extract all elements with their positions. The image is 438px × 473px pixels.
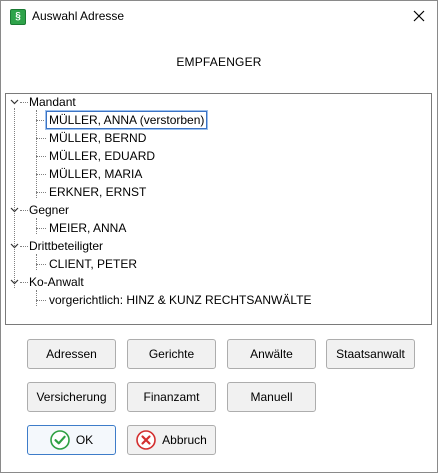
dialog-window: § Auswahl Adresse EMPFAENGER Mandant MÜL… (0, 0, 438, 473)
cancel-icon (136, 430, 156, 450)
tree-group-label: Mandant (29, 95, 76, 109)
app-logo-icon: § (10, 9, 26, 25)
close-icon (413, 10, 425, 22)
ok-button-label: OK (75, 433, 94, 447)
tree-item-label: MÜLLER, BERND (49, 131, 147, 145)
anwaelte-button[interactable]: Anwälte (227, 339, 316, 369)
tree-item-label: vorgerichtlich: HINZ & KUNZ RECHTSANWÄLT… (49, 293, 312, 307)
gerichte-button[interactable]: Gerichte (127, 339, 216, 369)
window-title: Auswahl Adresse (32, 9, 125, 23)
tree-branch-line (36, 218, 37, 234)
tree-group-label: Drittbeteiligter (29, 239, 104, 253)
tree-item-label: CLIENT, PETER (49, 257, 138, 271)
adressen-button[interactable]: Adressen (27, 339, 116, 369)
versicherung-button[interactable]: Versicherung (27, 382, 116, 412)
chevron-down-icon[interactable] (10, 94, 19, 110)
recipient-heading: EMPFAENGER (176, 55, 262, 69)
tree-item-label: MÜLLER, MARIA (49, 167, 143, 181)
tree-group-label: Gegner (29, 203, 70, 217)
manuell-button[interactable]: Manuell (227, 382, 316, 412)
tree-branch-line (36, 290, 37, 306)
tree-branch-line (36, 110, 37, 198)
chevron-down-icon[interactable] (10, 238, 19, 254)
tree-item-label: ERKNER, ERNST (49, 185, 147, 199)
abbruch-button[interactable]: Abbruch (127, 425, 216, 455)
tree-root-line (14, 108, 15, 288)
close-button[interactable] (401, 1, 437, 31)
ok-button[interactable]: OK (27, 425, 116, 455)
tree-item-label-selected: MÜLLER, ANNA (verstorben) (44, 110, 209, 130)
chevron-down-icon[interactable] (10, 274, 19, 290)
tree-branch-line (36, 254, 37, 270)
check-icon (50, 430, 70, 450)
tree-item-label: MEIER, ANNA (49, 221, 127, 235)
abbruch-button-label: Abbruch (162, 433, 207, 447)
address-tree[interactable]: Mandant MÜLLER, ANNA (verstorben) MÜLLER… (5, 93, 432, 325)
finanzamt-button[interactable]: Finanzamt (127, 382, 216, 412)
chevron-down-icon[interactable] (10, 202, 19, 218)
tree-group-label: Ko-Anwalt (29, 275, 84, 289)
staatsanwalt-button[interactable]: Staatsanwalt (326, 339, 415, 369)
title-bar: § Auswahl Adresse (1, 1, 437, 31)
tree-item-label: MÜLLER, EDUARD (49, 149, 156, 163)
